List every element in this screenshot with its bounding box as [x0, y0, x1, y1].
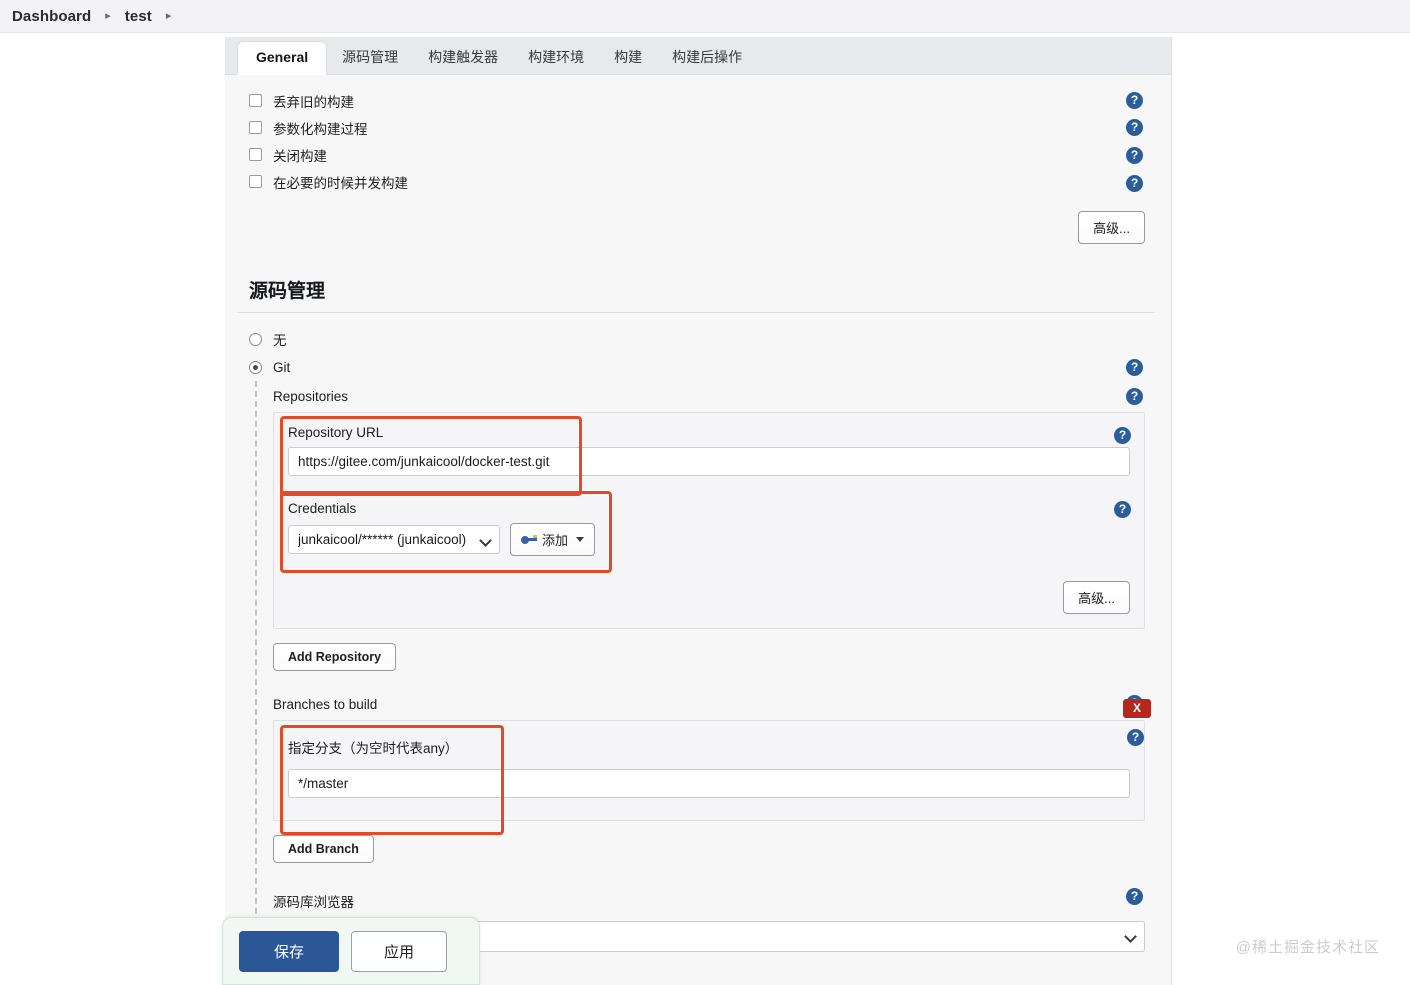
- scm-section: 源码管理 无 Git ? Repositories ? Repository U…: [237, 276, 1159, 985]
- credentials-group: Credentials junkaicool/****** (junkaicoo…: [280, 491, 1131, 573]
- repository-url-group: Repository URL ?: [280, 416, 1131, 496]
- checkbox-row-disable-build[interactable]: 关闭构建 ?: [237, 141, 1159, 168]
- add-credentials-button[interactable]: 添加: [510, 523, 596, 556]
- help-icon-discard-old-builds[interactable]: ?: [1126, 92, 1143, 109]
- git-indent-guide: [255, 381, 257, 985]
- breadcrumb-item-test[interactable]: test: [117, 8, 160, 25]
- branch-spec-label: 指定分支（为空时代表any）: [288, 741, 459, 756]
- radio-row-git[interactable]: Git ?: [237, 353, 1159, 381]
- branches-header: Branches to build ?: [273, 691, 1159, 720]
- add-repository-row: Add Repository: [273, 643, 1159, 671]
- repositories-label: Repositories: [273, 389, 349, 404]
- branches-label: Branches to build: [273, 697, 378, 712]
- credentials-row: junkaicool/****** (junkaicool) 添加: [288, 523, 1130, 556]
- tab-source-management[interactable]: 源码管理: [327, 42, 413, 74]
- checkbox-label-discard-old-builds: 丢弃旧的构建: [273, 94, 354, 110]
- checkbox-row-parameterized-build[interactable]: 参数化构建过程 ?: [237, 114, 1159, 141]
- config-panel: General 源码管理 构建触发器 构建环境 构建 构建后操作 丢弃旧的构建 …: [225, 37, 1172, 985]
- help-icon-disable-build[interactable]: ?: [1126, 147, 1143, 164]
- branch-spec-input[interactable]: [288, 769, 1130, 798]
- radio-label-git: Git: [273, 359, 291, 375]
- config-form: 丢弃旧的构建 ? 参数化构建过程 ? 关闭构建 ? 在必要的时候并发构建 ? 高…: [225, 75, 1171, 985]
- tab-general[interactable]: General: [237, 40, 328, 75]
- help-icon-parameterized-build[interactable]: ?: [1126, 119, 1143, 136]
- apply-button[interactable]: 应用: [351, 930, 448, 972]
- tab-build-triggers[interactable]: 构建触发器: [413, 42, 513, 74]
- repo-browser-label: 源码库浏览器: [273, 895, 354, 910]
- checkbox-label-disable-build: 关闭构建: [273, 148, 327, 164]
- radio-row-none[interactable]: 无: [237, 325, 1159, 353]
- add-repository-button[interactable]: Add Repository: [273, 643, 397, 671]
- branch-spec-group: 指定分支（为空时代表any）: [280, 725, 1130, 835]
- help-icon-repository-url[interactable]: ?: [1114, 427, 1131, 444]
- save-button[interactable]: 保存: [239, 930, 340, 972]
- credentials-select[interactable]: junkaicool/****** (junkaicool): [288, 525, 500, 554]
- checkbox-label-parameterized-build: 参数化构建过程: [273, 121, 368, 137]
- tab-build[interactable]: 构建: [599, 42, 657, 74]
- floating-save-bar: 保存 应用: [222, 917, 480, 985]
- add-credentials-label: 添加: [542, 533, 569, 548]
- credentials-select-wrap: junkaicool/****** (junkaicool): [288, 525, 500, 554]
- general-options: 丢弃旧的构建 ? 参数化构建过程 ? 关闭构建 ? 在必要的时候并发构建 ?: [237, 87, 1159, 195]
- key-icon: [521, 534, 537, 545]
- help-icon-repositories[interactable]: ?: [1126, 388, 1143, 405]
- chevron-down-icon: [576, 537, 585, 542]
- radio-label-none: 无: [273, 333, 287, 348]
- add-branch-button[interactable]: Add Branch: [273, 835, 374, 863]
- credentials-label: Credentials: [288, 501, 357, 516]
- general-advanced-row: 高级...: [237, 195, 1159, 244]
- checkbox-parameterized-build[interactable]: [249, 121, 262, 134]
- breadcrumb-separator-icon: ▸: [105, 9, 111, 22]
- help-icon-git[interactable]: ?: [1126, 359, 1143, 376]
- config-tabs: General 源码管理 构建触发器 构建环境 构建 构建后操作: [225, 37, 1171, 75]
- scm-options: 无 Git ? Repositories ? Repository URL ht…: [237, 313, 1159, 985]
- checkbox-disable-build[interactable]: [249, 148, 262, 161]
- repository-advanced-row: 高级...: [288, 581, 1130, 614]
- delete-branch-button[interactable]: X: [1123, 699, 1151, 718]
- breadcrumb-dropdown-icon[interactable]: ▸: [160, 10, 178, 22]
- repository-url-input[interactable]: [288, 447, 1130, 476]
- general-advanced-button[interactable]: 高级...: [1078, 211, 1145, 244]
- repositories-header: Repositories ?: [273, 383, 1159, 412]
- help-icon-concurrent-build[interactable]: ?: [1126, 175, 1143, 192]
- checkbox-concurrent-build[interactable]: [249, 175, 262, 188]
- checkbox-discard-old-builds[interactable]: [249, 94, 262, 107]
- checkbox-label-concurrent-build: 在必要的时候并发构建: [273, 175, 408, 191]
- checkbox-row-discard-old-builds[interactable]: 丢弃旧的构建 ?: [237, 87, 1159, 114]
- branch-box: X ? 指定分支（为空时代表any）: [273, 699, 1151, 835]
- help-icon-repo-browser[interactable]: ?: [1126, 888, 1143, 905]
- repository-box: Repository URL ? Credentials: [273, 412, 1145, 629]
- tab-build-environment[interactable]: 构建环境: [513, 42, 599, 74]
- repository-advanced-button[interactable]: 高级...: [1063, 581, 1130, 614]
- add-branch-row: Add Branch: [273, 835, 1159, 863]
- help-icon-credentials[interactable]: ?: [1114, 501, 1131, 518]
- repository-url-label: Repository URL: [288, 425, 384, 440]
- git-config-block: Repositories ? Repository URL ?: [237, 381, 1159, 985]
- radio-git[interactable]: [249, 360, 262, 374]
- radio-none[interactable]: [249, 332, 262, 346]
- page-root: General 源码管理 构建触发器 构建环境 构建 构建后操作 丢弃旧的构建 …: [0, 33, 1410, 985]
- repo-browser-header: 源码库浏览器 ?: [273, 885, 1159, 919]
- breadcrumb: Dashboard ▸ test ▸: [0, 0, 1410, 33]
- checkbox-row-concurrent-build[interactable]: 在必要的时候并发构建 ?: [237, 168, 1159, 195]
- watermark: @稀土掘金技术社区: [1235, 939, 1380, 956]
- tab-post-build-actions[interactable]: 构建后操作: [657, 42, 757, 74]
- breadcrumb-item-dashboard[interactable]: Dashboard: [4, 8, 99, 25]
- scm-section-title: 源码管理: [237, 276, 1155, 313]
